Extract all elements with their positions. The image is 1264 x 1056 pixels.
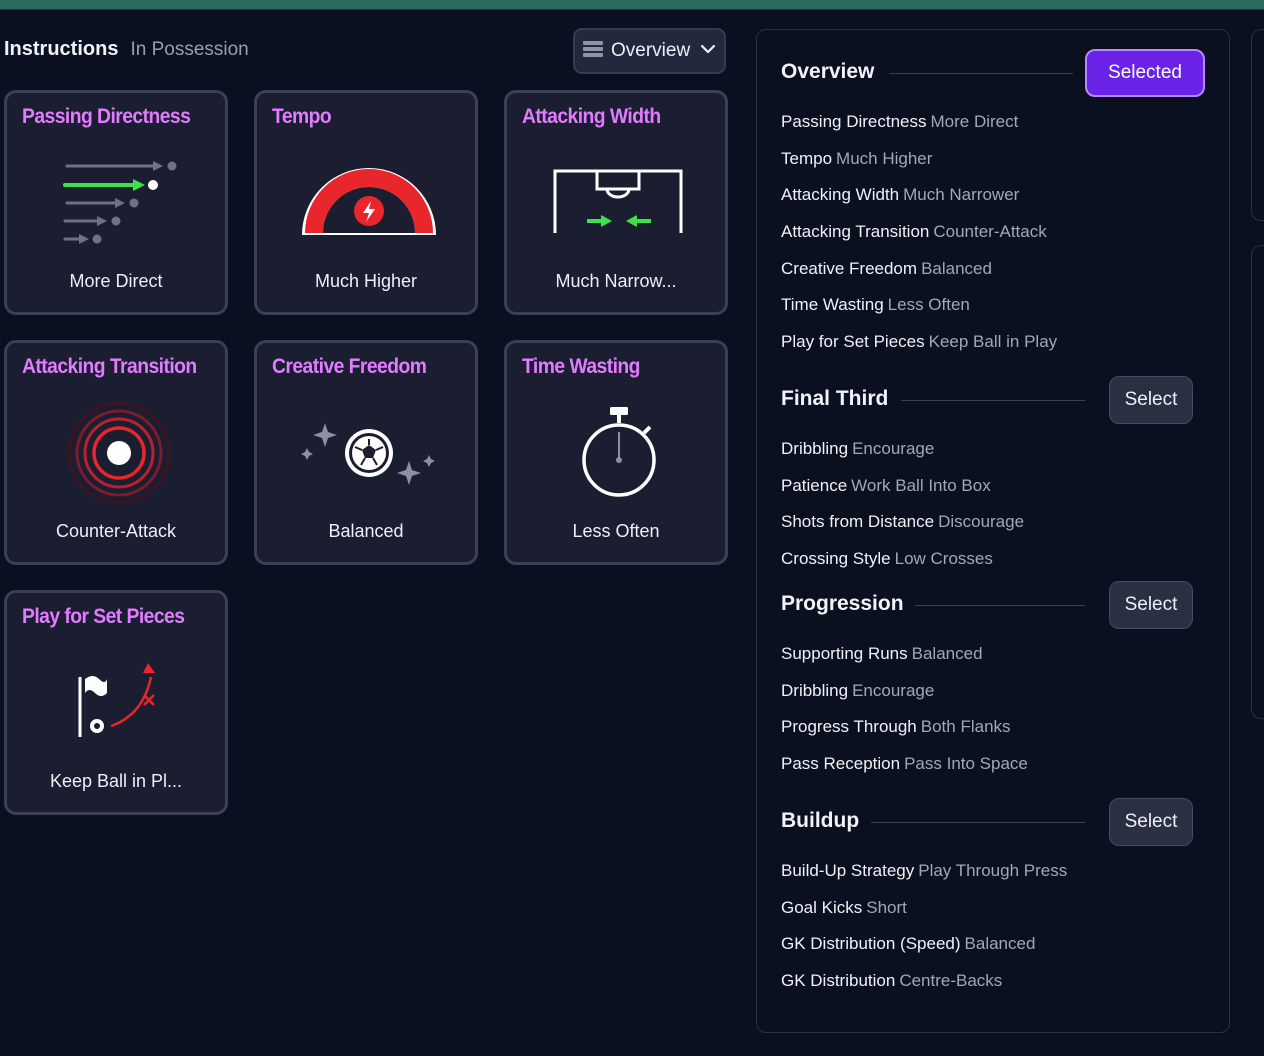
divider bbox=[871, 822, 1085, 823]
card-value: More Direct bbox=[69, 271, 163, 291]
divider bbox=[901, 400, 1085, 401]
page-title: Instructions bbox=[4, 38, 119, 60]
top-accent-bar bbox=[0, 0, 1264, 10]
view-dropdown-label: Overview bbox=[611, 40, 691, 61]
page-header: Instructions In Possession bbox=[4, 38, 249, 66]
section-buildup-header: Buildup Select bbox=[781, 798, 1205, 846]
selected-button[interactable]: Selected bbox=[1085, 49, 1205, 97]
card-attacking-transition[interactable]: Attacking Transition Counter-Attack bbox=[4, 340, 228, 565]
list-item: Passing Directness More Direct bbox=[781, 112, 1019, 131]
card-value: Less Often bbox=[572, 521, 660, 541]
card-passing-directness[interactable]: Passing Directness More Direct bbox=[4, 90, 228, 315]
card-play-for-set-pieces[interactable]: Play for Set Pieces Keep Ball in Pl... bbox=[4, 590, 228, 815]
list-item: Dribbling Encourage bbox=[781, 681, 935, 700]
list-item: GK Distribution (Speed) Balanced bbox=[781, 934, 1036, 953]
view-dropdown[interactable]: Overview bbox=[573, 28, 726, 74]
list-item: Play for Set Pieces Keep Ball in Play bbox=[781, 332, 1058, 351]
list-item: Pass Reception Pass Into Space bbox=[781, 754, 1028, 773]
card-tempo[interactable]: Tempo Much Higher bbox=[254, 90, 478, 315]
list-item: Time Wasting Less Often bbox=[781, 295, 970, 314]
section-title: Final Third bbox=[781, 387, 889, 410]
divider bbox=[889, 73, 1073, 74]
side-panel-edge bbox=[1251, 29, 1264, 221]
list-item: Attacking Transition Counter-Attack bbox=[781, 222, 1047, 241]
section-final-third-header: Final Third Select bbox=[781, 376, 1205, 424]
instructions-overview-panel: Overview Selected Passing Directness More… bbox=[756, 29, 1230, 1033]
list-item: Attacking Width Much Narrower bbox=[781, 185, 1020, 204]
page-subtitle: In Possession bbox=[130, 39, 249, 60]
list-icon bbox=[583, 40, 603, 63]
card-attacking-width[interactable]: Attacking Width Much Narrow... bbox=[504, 90, 728, 315]
side-panel-edge bbox=[1251, 245, 1264, 719]
card-value: Balanced bbox=[328, 521, 404, 541]
list-item: Shots from Distance Discourage bbox=[781, 512, 1025, 531]
list-item: Creative Freedom Balanced bbox=[781, 259, 992, 278]
progression-select-button[interactable]: Select bbox=[1109, 581, 1193, 629]
list-item: Crossing Style Low Crosses bbox=[781, 549, 993, 568]
card-value: Much Higher bbox=[314, 271, 418, 291]
list-item: Dribbling Encourage bbox=[781, 439, 935, 458]
chevron-down-icon bbox=[700, 42, 716, 60]
section-title: Overview bbox=[781, 60, 875, 83]
card-creative-freedom[interactable]: Creative Freedom Balanced bbox=[254, 340, 478, 565]
section-overview-header: Overview Selected bbox=[781, 49, 1205, 97]
list-item: Build-Up Strategy Play Through Press bbox=[781, 861, 1068, 880]
divider bbox=[915, 605, 1085, 606]
list-item: GK Distribution Centre-Backs bbox=[781, 971, 1003, 990]
list-item: Goal Kicks Short bbox=[781, 898, 907, 917]
card-value: Much Narrow... bbox=[555, 271, 677, 291]
section-title: Progression bbox=[781, 592, 904, 615]
section-progression-header: Progression Select bbox=[781, 581, 1205, 629]
list-item: Supporting Runs Balanced bbox=[781, 644, 983, 663]
card-time-wasting[interactable]: Time Wasting Less Often bbox=[504, 340, 728, 565]
card-value: Keep Ball in Pl... bbox=[49, 771, 183, 791]
list-item: Patience Work Ball Into Box bbox=[781, 476, 991, 495]
list-item: Progress Through Both Flanks bbox=[781, 717, 1011, 736]
list-item: Tempo Much Higher bbox=[781, 149, 933, 168]
buildup-select-button[interactable]: Select bbox=[1109, 798, 1193, 846]
section-title: Buildup bbox=[781, 809, 860, 832]
card-value: Counter-Attack bbox=[55, 521, 177, 541]
final-third-select-button[interactable]: Select bbox=[1109, 376, 1193, 424]
